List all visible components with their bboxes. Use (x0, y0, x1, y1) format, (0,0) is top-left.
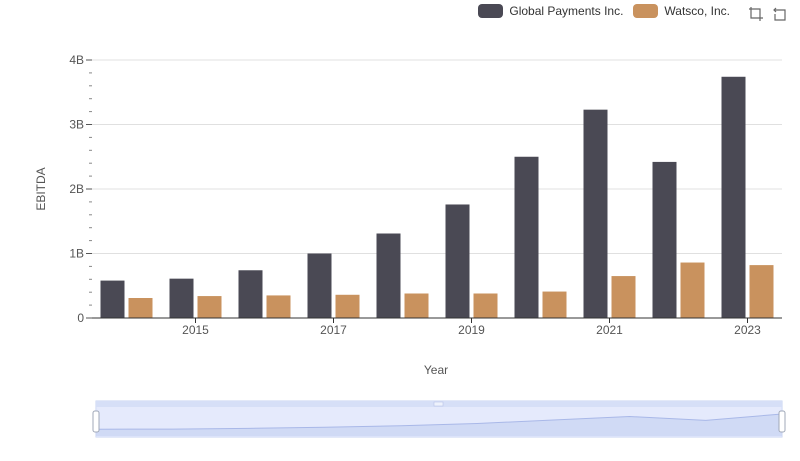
x-tick-label: 2023 (734, 323, 761, 337)
bar-watsco-2022[interactable] (680, 262, 705, 318)
bar-global-payments-2017[interactable] (307, 253, 332, 319)
slider-handle-left[interactable] (92, 410, 100, 433)
bar-global-payments-2018[interactable] (376, 233, 401, 318)
bar-global-payments-2020[interactable] (514, 156, 539, 318)
x-tick-labels: 2015 2017 2019 2021 2023 (182, 318, 761, 337)
bar-global-payments-2019[interactable] (445, 204, 470, 318)
bar-global-payments-2023[interactable] (721, 76, 746, 319)
bar-watsco-2016[interactable] (266, 295, 291, 318)
y-tick-label: 0 (77, 311, 84, 325)
bar-watsco-2021[interactable] (611, 276, 636, 318)
bar-global-payments-2021[interactable] (583, 109, 608, 318)
bar-watsco-2015[interactable] (197, 296, 222, 318)
bar-global-payments-2015[interactable] (169, 278, 194, 318)
y-tick-label: 2B (69, 182, 84, 196)
y-tick-label: 1B (69, 247, 84, 261)
bar-global-payments-2016[interactable] (238, 270, 263, 318)
y-tick-labels: 0 1B 2B 3B 4B (69, 53, 84, 325)
bar-watsco-2018[interactable] (404, 293, 429, 318)
bars (100, 76, 774, 319)
x-axis-title: Year (424, 363, 448, 377)
bar-watsco-2014[interactable] (128, 298, 153, 318)
chart: 0 1B 2B 3B 4B 2015 2017 2019 2021 2023 EBITDA Ye… (34, 53, 786, 438)
bar-watsco-2020[interactable] (542, 291, 567, 318)
slider-handle-right[interactable] (778, 410, 786, 433)
slider-drag-grip[interactable] (433, 401, 444, 407)
y-axis-title: EBITDA (34, 167, 48, 210)
x-tick-label: 2021 (596, 323, 623, 337)
x-tick-label: 2015 (182, 323, 209, 337)
bar-global-payments-2014[interactable] (100, 280, 125, 318)
data-zoom-slider[interactable] (92, 400, 786, 438)
y-tick-label: 4B (69, 53, 84, 67)
bar-watsco-2017[interactable] (335, 294, 360, 318)
bar-watsco-2023[interactable] (749, 265, 774, 318)
y-tick-label: 3B (69, 118, 84, 132)
x-tick-label: 2019 (458, 323, 485, 337)
x-tick-label: 2017 (320, 323, 347, 337)
bar-watsco-2019[interactable] (473, 293, 498, 318)
bar-global-payments-2022[interactable] (652, 161, 677, 318)
